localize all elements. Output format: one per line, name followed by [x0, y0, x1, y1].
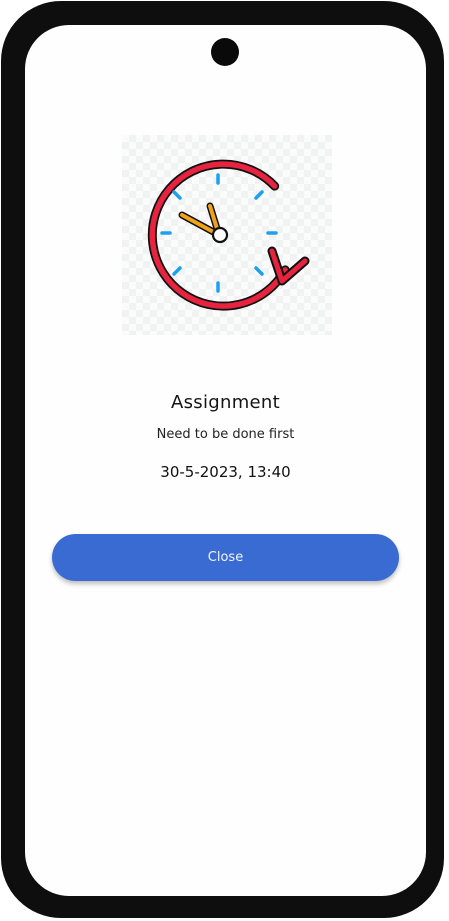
due-datetime: 30-5-2023, 13:40: [160, 463, 291, 481]
screen: Assignment Need to be done first 30-5-20…: [25, 25, 426, 896]
clock-arrow-icon: [147, 159, 310, 311]
dialog-title: Assignment: [171, 392, 280, 413]
close-button[interactable]: Close: [52, 534, 399, 581]
clock-illustration: [122, 135, 332, 335]
phone-frame: Assignment Need to be done first 30-5-20…: [1, 1, 444, 918]
front-camera: [211, 38, 239, 66]
dialog-description: Need to be done first: [156, 427, 295, 442]
